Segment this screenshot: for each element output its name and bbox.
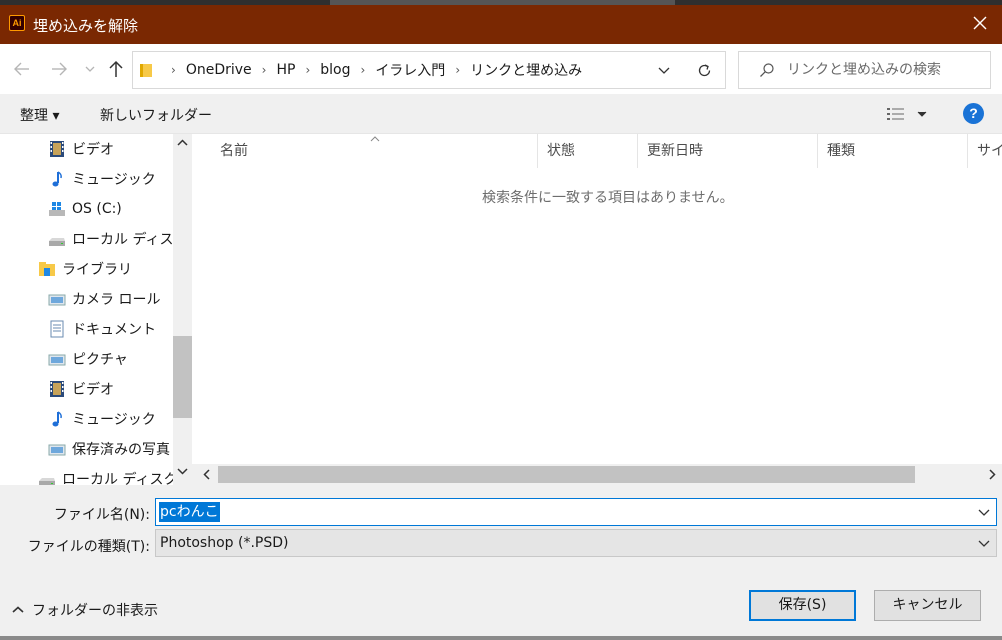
scroll-left-icon[interactable] <box>202 468 212 481</box>
music-icon <box>52 171 62 187</box>
library-icon <box>39 262 55 276</box>
horizontal-scrollbar-thumb[interactable] <box>218 466 915 483</box>
column-header-status[interactable]: 状態 <box>538 134 638 168</box>
title-bar: Ai 埋め込みを解除 <box>0 5 1002 44</box>
filename-dropdown-chevron-icon[interactable] <box>978 507 990 517</box>
breadcrumb-separator: › <box>360 63 366 77</box>
nav-item-saved-pictures[interactable]: 保存済みの写真 <box>48 438 170 460</box>
scroll-up-icon[interactable] <box>176 138 189 148</box>
hide-folders-toggle[interactable]: フォルダーの非表示 <box>11 600 158 620</box>
new-folder-button[interactable]: 新しいフォルダー <box>100 105 212 125</box>
nav-item-label: ドキュメント <box>72 322 156 338</box>
filename-field[interactable]: pcわんこ <box>155 498 997 526</box>
column-header-name[interactable]: 名前 <box>211 134 538 168</box>
view-options-icon[interactable] <box>886 106 930 122</box>
window-title: 埋め込みを解除 <box>33 17 139 35</box>
scroll-down-icon[interactable] <box>176 466 189 476</box>
filetype-value: Photoshop (*.PSD) <box>160 535 289 551</box>
filetype-dropdown-chevron-icon[interactable] <box>978 538 990 548</box>
nav-item-documents[interactable]: ドキュメント <box>48 318 156 340</box>
forward-arrow-icon[interactable] <box>48 58 70 80</box>
camera-roll-icon <box>48 294 66 306</box>
chevron-up-icon <box>12 606 24 613</box>
filename-label: ファイル名(N): <box>53 507 150 523</box>
saved-pictures-icon <box>48 444 66 456</box>
breadcrumb-separator: › <box>455 63 461 77</box>
filetype-label: ファイルの種類(T): <box>27 539 150 555</box>
nav-item-label: カメラ ロール <box>72 292 161 308</box>
documents-icon <box>50 320 64 338</box>
breadcrumb-separator: › <box>261 63 267 77</box>
nav-item-local-disk[interactable]: ローカル ディスク ( <box>48 228 192 250</box>
up-arrow-icon[interactable] <box>105 58 127 80</box>
breadcrumb: › OneDrive › HP › blog › イラレ入門 › リンクと埋め込… <box>161 52 582 88</box>
nav-item-local-disk-d[interactable]: ローカル ディスク (D <box>38 468 192 485</box>
column-header-size[interactable]: サイズ <box>968 134 1002 168</box>
organize-button[interactable]: 整理 ▾ <box>20 105 59 125</box>
video-icon <box>50 381 64 397</box>
nav-item-videos-library[interactable]: ビデオ <box>48 378 114 400</box>
breadcrumb-blog[interactable]: blog <box>320 62 350 78</box>
address-dropdown-chevron-icon[interactable] <box>658 65 670 75</box>
breadcrumb-separator: › <box>171 63 176 77</box>
nav-item-libraries[interactable]: ライブラリ <box>38 258 132 280</box>
recent-locations-chevron-icon[interactable] <box>83 58 97 80</box>
nav-item-label: ミュージック <box>72 412 156 428</box>
nav-item-label: OS (C:) <box>72 201 122 217</box>
nav-item-camera-roll[interactable]: カメラ ロール <box>48 288 160 310</box>
nav-item-label: ビデオ <box>72 382 114 398</box>
bottom-edge-strip <box>0 636 1002 640</box>
column-header-type[interactable]: 種類 <box>818 134 968 168</box>
breadcrumb-separator: › <box>305 63 311 77</box>
filename-value[interactable]: pcわんこ <box>159 502 220 522</box>
disk-icon <box>49 238 65 246</box>
scrollbar-thumb[interactable] <box>173 336 192 418</box>
nav-item-videos[interactable]: ビデオ <box>48 138 114 160</box>
hide-folders-label: フォルダーの非表示 <box>32 603 158 619</box>
command-toolbar: 整理 ▾ 新しいフォルダー ? <box>0 94 1002 134</box>
horizontal-scrollbar[interactable] <box>192 464 1002 485</box>
nav-item-label: 保存済みの写真 <box>72 442 170 458</box>
save-panel: ファイル名(N): pcわんこ ファイルの種類(T): Photoshop (*… <box>0 485 1002 640</box>
disk-icon <box>39 478 55 485</box>
back-arrow-icon[interactable] <box>11 58 33 80</box>
breadcrumb-links-embed[interactable]: リンクと埋め込み <box>470 60 582 80</box>
column-header-modified[interactable]: 更新日時 <box>638 134 818 168</box>
refresh-icon <box>698 64 711 77</box>
search-input[interactable] <box>787 60 982 80</box>
music-icon <box>52 411 62 427</box>
illustrator-app-icon: Ai <box>9 15 25 31</box>
nav-item-music-library[interactable]: ミュージック <box>48 408 156 430</box>
navigation-pane: ビデオ ミュージック OS (C:) ローカル ディスク ( ライブラリ カメラ… <box>0 134 192 485</box>
navigation-scrollbar[interactable] <box>173 134 192 485</box>
search-box[interactable] <box>738 51 991 89</box>
filetype-select[interactable]: Photoshop (*.PSD) <box>155 529 997 557</box>
empty-results-message: 検索条件に一致する項目はありません。 <box>482 190 734 206</box>
nav-item-pictures[interactable]: ピクチャ <box>48 348 128 370</box>
file-list: 名前 状態 更新日時 種類 サイズ 検索条件に一致する項目はありません。 <box>192 134 1002 485</box>
breadcrumb-onedrive[interactable]: OneDrive <box>186 62 252 78</box>
scroll-right-icon[interactable] <box>987 468 997 481</box>
breadcrumb-illustrator-intro[interactable]: イラレ入門 <box>375 60 445 80</box>
address-row: › OneDrive › HP › blog › イラレ入門 › リンクと埋め込… <box>0 44 1002 94</box>
nav-item-label: ビデオ <box>72 142 114 158</box>
help-icon[interactable]: ? <box>963 103 984 124</box>
refresh-button[interactable] <box>684 51 726 89</box>
nav-item-label: ピクチャ <box>72 352 128 368</box>
folder-icon <box>140 64 152 77</box>
save-button[interactable]: 保存(S) <box>749 590 856 621</box>
address-bar[interactable]: › OneDrive › HP › blog › イラレ入門 › リンクと埋め込… <box>132 51 685 89</box>
nav-item-label: ミュージック <box>72 172 156 188</box>
close-icon[interactable] <box>970 13 990 33</box>
nav-item-label: ライブラリ <box>62 262 132 278</box>
os-drive-icon <box>49 202 65 216</box>
nav-item-music[interactable]: ミュージック <box>48 168 156 190</box>
video-icon <box>50 141 64 157</box>
nav-item-os-drive[interactable]: OS (C:) <box>48 198 122 220</box>
breadcrumb-hp[interactable]: HP <box>276 62 295 78</box>
cancel-button[interactable]: キャンセル <box>874 590 981 621</box>
pictures-icon <box>48 354 66 366</box>
search-icon <box>760 63 774 77</box>
